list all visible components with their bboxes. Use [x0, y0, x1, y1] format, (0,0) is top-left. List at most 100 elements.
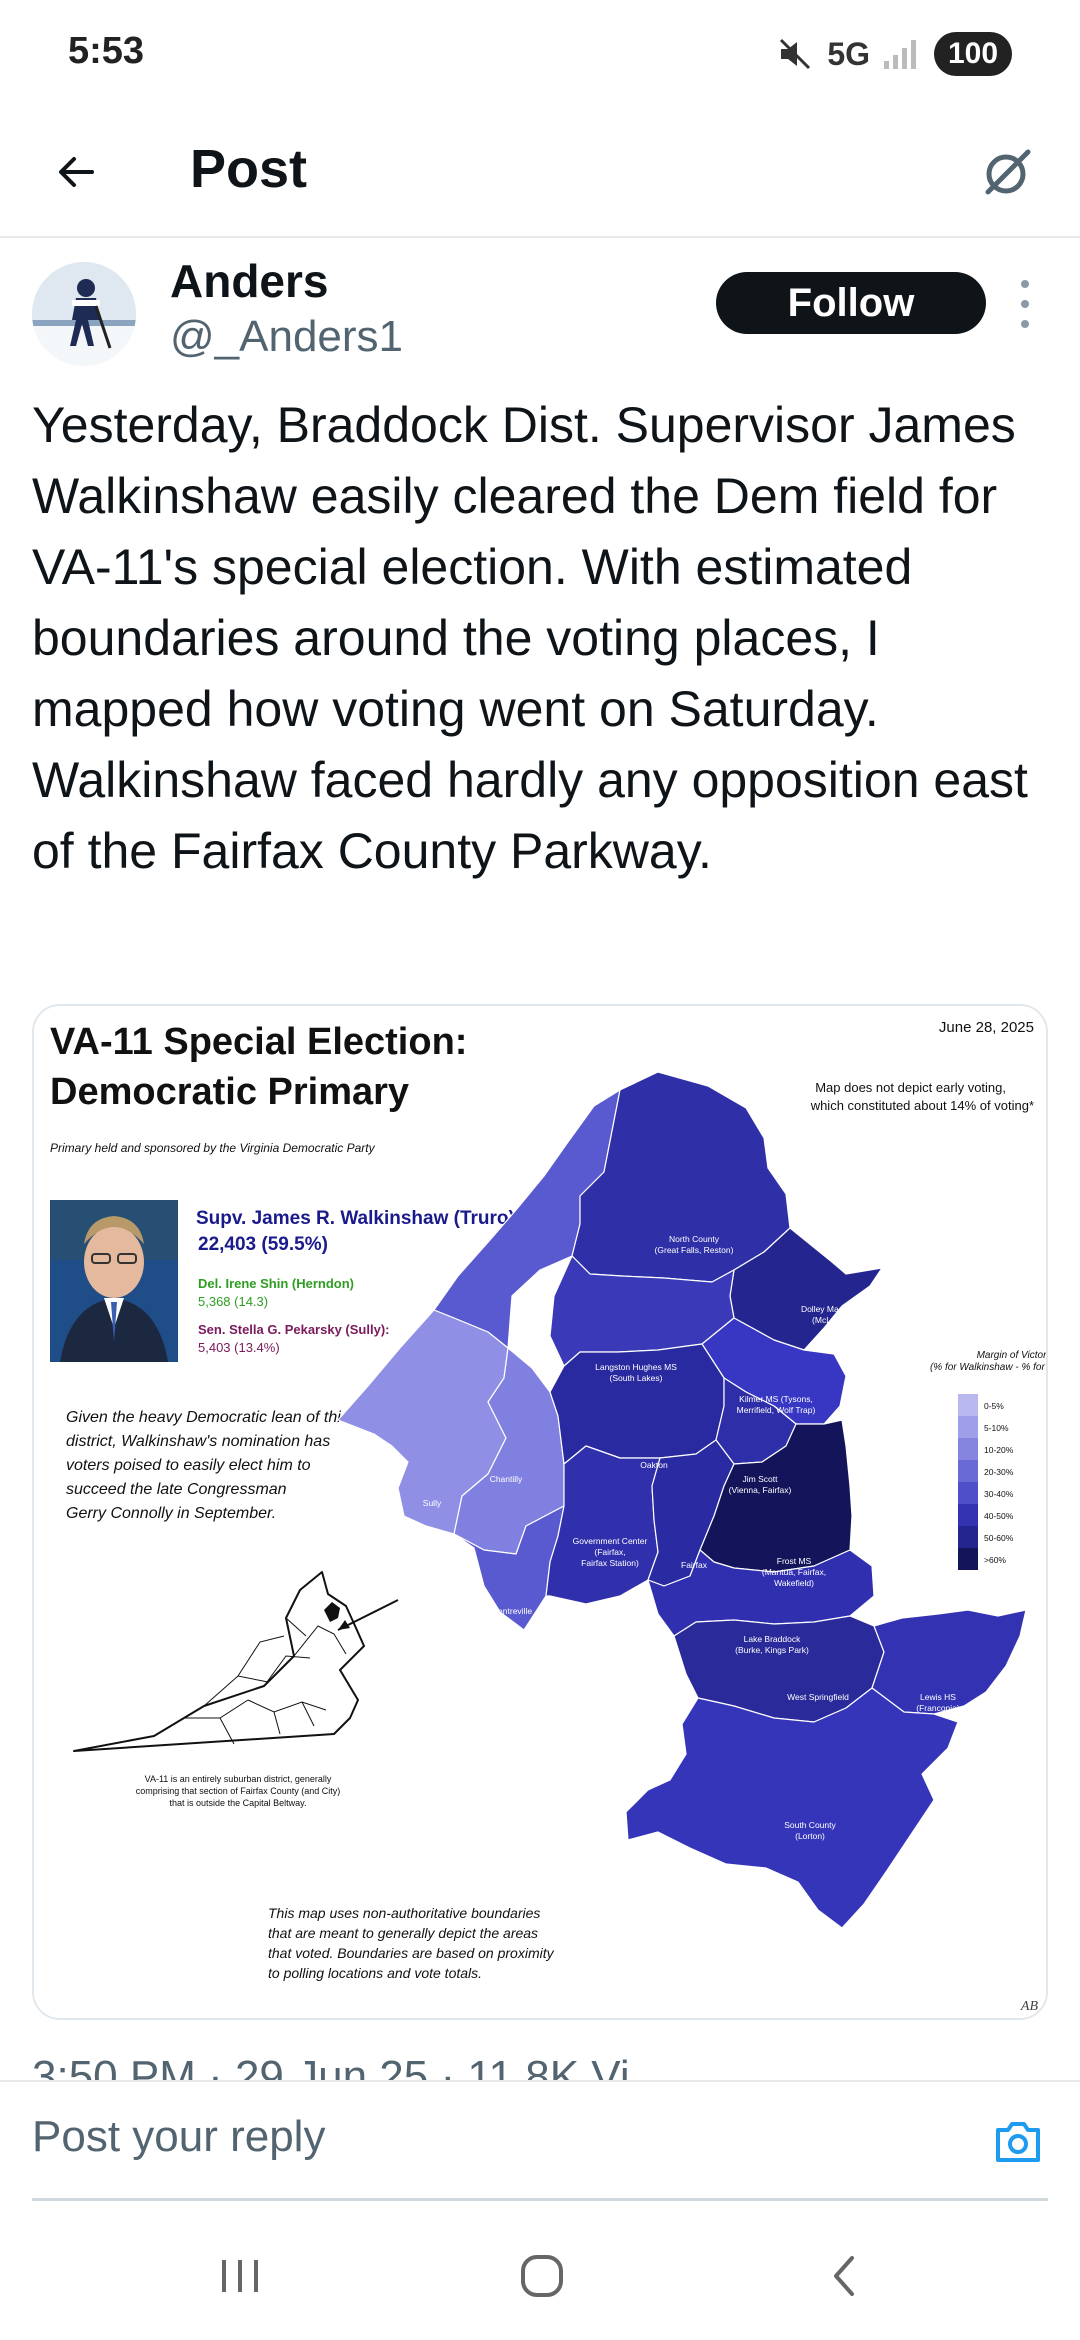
mute-icon — [780, 38, 811, 70]
label-north-county-sub: (Great Falls, Reston) — [655, 1245, 734, 1255]
map-title-line1: VA-11 Special Election: — [50, 1021, 467, 1063]
network-label: 5G — [827, 35, 870, 72]
label-oakton: Oakton — [640, 1460, 668, 1470]
candidate-2-votes: 5,368 (14.3) — [198, 1294, 268, 1309]
more-dot-icon — [1021, 300, 1029, 308]
avatar-image — [32, 262, 136, 366]
legend-swatch — [958, 1548, 978, 1570]
label-frost: Frost MS — [777, 1556, 812, 1566]
home-icon — [521, 2255, 563, 2297]
label-kilmer-sub: Merrifield, Wolf Trap) — [737, 1405, 816, 1415]
author-handle[interactable]: @_Anders1 — [170, 312, 403, 362]
map-note-line1: Map does not depict early voting, — [815, 1080, 1006, 1095]
legend-title-line2: (% for Walkinshaw - % for #2) — [930, 1362, 1048, 1373]
legend-swatch — [958, 1416, 978, 1438]
election-map: VA-11 Special Election: Democratic Prima… — [34, 1006, 1048, 2018]
legend-label: 0-5% — [984, 1401, 1004, 1411]
legend-label: 50-60% — [984, 1533, 1014, 1543]
camera-icon[interactable] — [990, 2114, 1046, 2170]
label-kilmer: Kilmer MS (Tysons, — [739, 1394, 813, 1404]
back-button[interactable] — [40, 136, 112, 208]
more-options-button[interactable] — [1010, 280, 1040, 328]
status-icons: 5G 100 — [775, 32, 1012, 76]
label-government-center-sub1: (Fairfax, — [594, 1547, 625, 1557]
legend-label: 10-20% — [984, 1445, 1014, 1455]
disclaimer-line: that are meant to generally depict the a… — [268, 1925, 538, 1941]
label-jim-scott: Jim Scott — [743, 1474, 779, 1484]
label-langston-sub: (South Lakes) — [610, 1373, 663, 1383]
label-chantilly: Chantilly — [490, 1474, 523, 1484]
disclaimer-line: that voted. Boundaries are based on prox… — [268, 1945, 555, 1961]
label-lewis: Lewis HS — [920, 1692, 956, 1702]
recent-apps-button[interactable] — [210, 2246, 270, 2306]
reply-bar: Post your reply — [0, 2080, 1080, 2210]
reply-underline — [32, 2198, 1048, 2201]
post-timestamp: 3:50 PM · 29 Jun 25 · 11.8K Vi — [32, 2058, 932, 2080]
legend-label: 5-10% — [984, 1423, 1009, 1433]
avatar[interactable] — [32, 262, 136, 366]
signal-icon — [884, 40, 916, 69]
disclaimer-line: This map uses non-authoritative boundari… — [268, 1905, 540, 1921]
label-frost-sub1: (Mantua, Fairfax, — [762, 1567, 826, 1577]
candidate-photo — [50, 1200, 178, 1362]
legend-swatch — [958, 1438, 978, 1460]
label-south-county-sub: (Lorton) — [795, 1831, 825, 1841]
label-jim-scott-sub: (Vienna, Fairfax) — [729, 1485, 792, 1495]
legend-swatch — [958, 1460, 978, 1482]
more-dot-icon — [1021, 320, 1029, 328]
reply-input[interactable]: Post your reply — [32, 2112, 892, 2174]
inset-caption-line: that is outside the Capital Beltway. — [170, 1798, 307, 1808]
grok-button[interactable] — [968, 132, 1048, 212]
back-arrow-icon — [59, 157, 94, 187]
back-nav-button[interactable] — [814, 2246, 874, 2306]
commentary-line: Given the heavy Democratic lean of this — [66, 1409, 349, 1426]
commentary-line: Gerry Connolly in September. — [66, 1505, 276, 1522]
map-title-line2: Democratic Primary — [50, 1071, 409, 1113]
disclaimer-line: to polling locations and vote totals. — [268, 1965, 482, 1981]
chevron-left-icon — [834, 2256, 854, 2296]
legend-swatch — [958, 1526, 978, 1548]
label-south-county: South County — [784, 1820, 836, 1830]
candidate-1-votes: 22,403 (59.5%) — [198, 1234, 328, 1255]
candidate-3-votes: 5,403 (13.4%) — [198, 1340, 280, 1355]
legend-swatch — [958, 1482, 978, 1504]
label-langston: Langston Hughes MS — [595, 1362, 677, 1372]
map-subtitle: Primary held and sponsored by the Virgin… — [50, 1141, 376, 1155]
label-dolley-madison-sub: (McLean) — [812, 1315, 848, 1325]
commentary-line: succeed the late Congressman — [66, 1481, 287, 1498]
candidate-3-name: Sen. Stella G. Pekarsky (Sully): — [198, 1322, 389, 1337]
label-herndon: Herndon — [520, 1300, 553, 1310]
legend-swatch — [958, 1394, 978, 1416]
candidate-2-name: Del. Irene Shin (Herndon) — [198, 1276, 354, 1291]
legend-label: 20-30% — [984, 1467, 1014, 1477]
label-north-county: North County — [669, 1234, 720, 1244]
inset-caption-line: VA-11 is an entirely suburban district, … — [145, 1774, 332, 1784]
legend-title-line1: Margin of Victory — [977, 1350, 1048, 1361]
battery-badge: 100 — [934, 32, 1012, 76]
author-name[interactable]: Anders — [170, 254, 328, 308]
home-button[interactable] — [512, 2246, 572, 2306]
label-government-center-sub2: Fairfax Station) — [581, 1558, 639, 1568]
post-text: Yesterday, Braddock Dist. Supervisor Jam… — [32, 397, 1028, 879]
legend-swatch — [958, 1504, 978, 1526]
label-fairfax: Fairfax — [681, 1560, 708, 1570]
label-sully: Sully — [423, 1498, 442, 1508]
label-lake-braddock-sub: (Burke, Kings Park) — [735, 1645, 809, 1655]
post-image[interactable]: VA-11 Special Election: Democratic Prima… — [32, 1004, 1048, 2020]
page-title: Post — [190, 139, 308, 199]
post-timestamp-text: 3:50 PM · 29 Jun 25 · 11.8K Vi — [32, 2058, 932, 2080]
legend-label: >60% — [984, 1555, 1006, 1565]
status-time: 5:53 — [68, 30, 145, 72]
follow-button[interactable]: Follow — [716, 272, 986, 334]
label-lewis-sub: (Franconia) — [916, 1703, 960, 1713]
artist-signature: AB — [1020, 1999, 1039, 2014]
map-note-line2: which constituted about 14% of voting* — [810, 1098, 1034, 1113]
legend-label: 30-40% — [984, 1489, 1014, 1499]
more-dot-icon — [1021, 280, 1029, 288]
legend-label: 40-50% — [984, 1511, 1014, 1521]
inset-caption-line: comprising that section of Fairfax Count… — [136, 1786, 341, 1796]
map-date: June 28, 2025 — [939, 1019, 1034, 1036]
label-west-springfield: West Springfield — [787, 1692, 849, 1702]
label-lake-braddock: Lake Braddock — [744, 1634, 801, 1644]
grok-icon — [985, 149, 1031, 195]
